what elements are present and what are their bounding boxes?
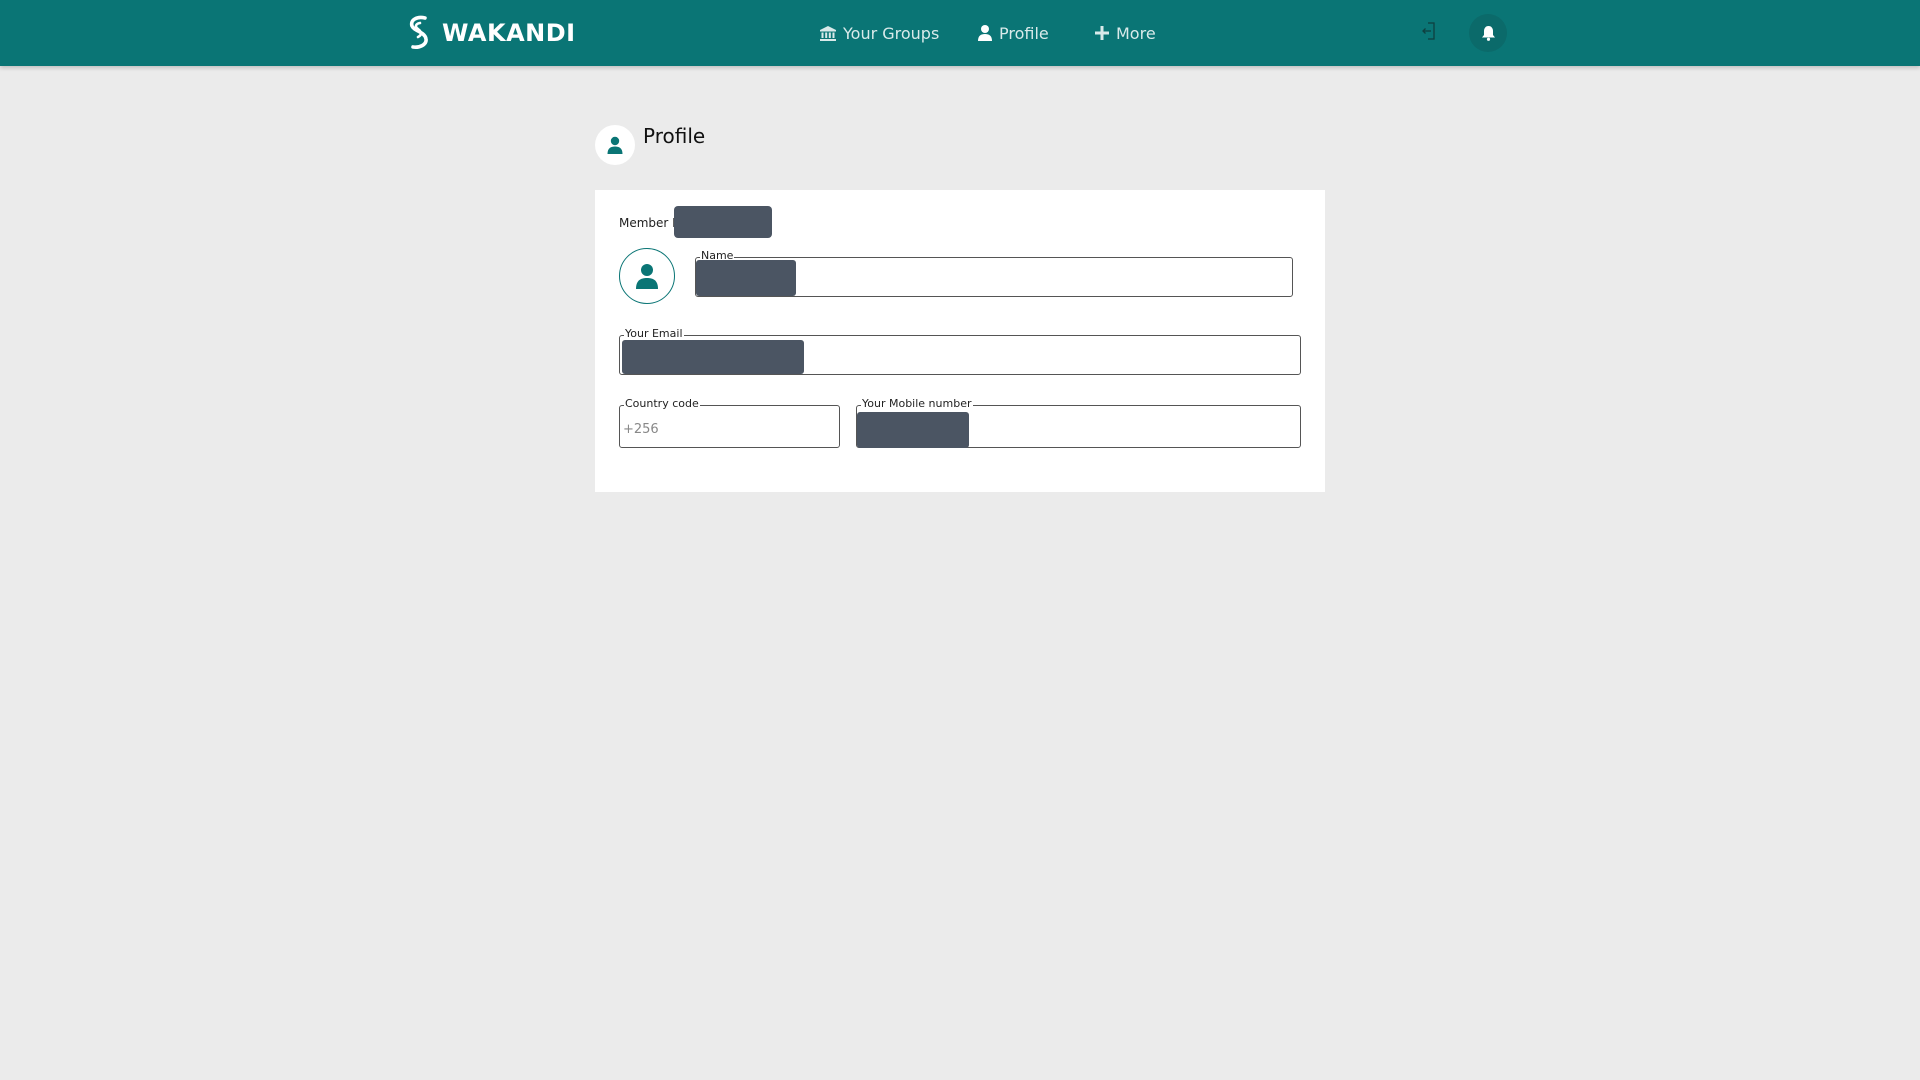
top-navigation-bar: WAKANDI Your Groups Profile More [0,0,1920,66]
user-icon [636,264,658,289]
nav-profile-label: Profile [999,23,1049,43]
plus-icon [1095,26,1109,40]
email-field[interactable]: Your Email [619,327,1301,375]
nav-more-label: More [1116,23,1156,43]
profile-card: Member ID Name Your Email Country code Y… [595,190,1325,492]
country-code-field[interactable]: Country code [619,397,840,448]
logout-icon [1422,22,1435,40]
user-icon [978,25,992,41]
nav-profile[interactable]: Profile [978,22,1049,44]
country-code-input[interactable] [623,418,836,441]
member-id-value-redacted [674,206,772,238]
nav-more[interactable]: More [1095,22,1156,44]
notifications-button[interactable] [1469,14,1507,52]
profile-avatar[interactable] [619,248,675,304]
nav-your-groups-label: Your Groups [843,23,940,43]
nav-your-groups[interactable]: Your Groups [820,22,939,44]
brand-name: WAKANDI [442,19,576,47]
email-field-label: Your Email [624,327,684,341]
name-field[interactable]: Name [695,249,1293,297]
mobile-value-redacted [857,412,969,448]
wakandi-logo-icon [409,15,428,49]
mobile-number-field[interactable]: Your Mobile number [856,397,1301,448]
email-value-redacted [622,340,804,374]
country-code-field-label: Country code [624,397,700,411]
page-title: Profile [643,124,706,148]
bank-icon [820,25,836,41]
name-value-redacted [696,260,796,296]
mobile-number-field-label: Your Mobile number [861,397,973,411]
bell-icon [1481,26,1495,41]
user-icon [607,136,623,154]
brand-logo[interactable]: WAKANDI [404,15,576,51]
logout-button[interactable] [1418,20,1440,42]
page-heading-avatar [595,125,635,165]
